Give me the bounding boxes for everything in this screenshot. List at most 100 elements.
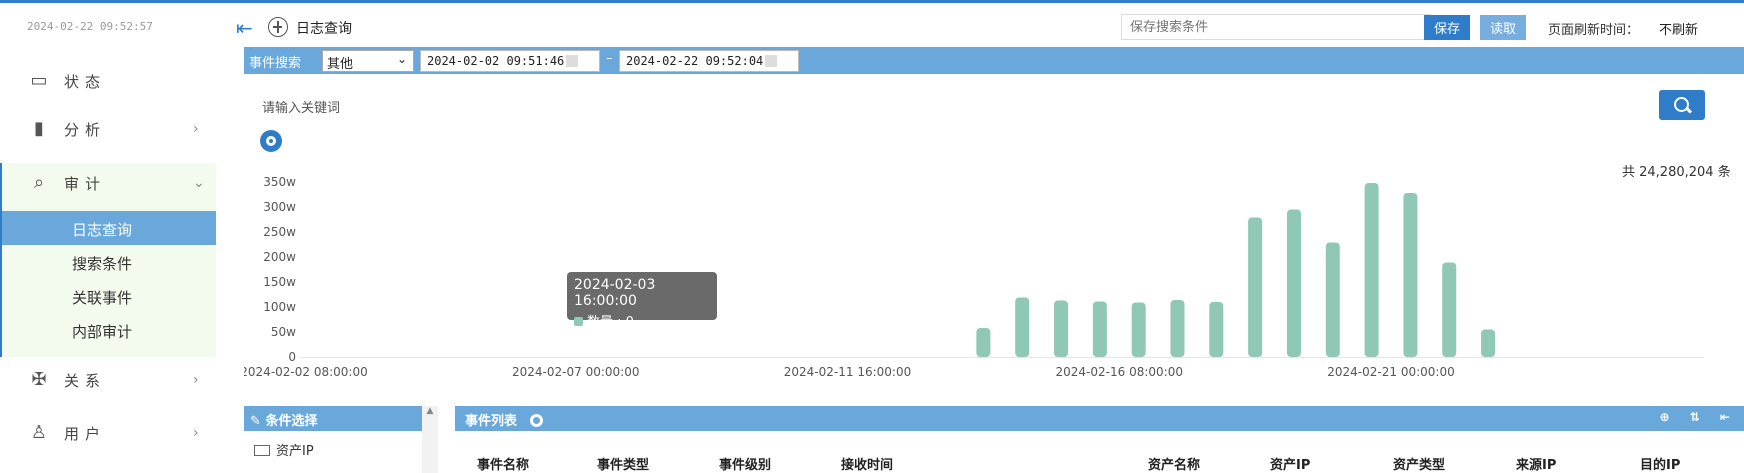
relation-icon: ✠ — [31, 369, 47, 390]
chart-bar — [1286, 209, 1301, 357]
column-header[interactable]: 资产IP — [1270, 454, 1310, 473]
column-header[interactable]: 资产类型 — [1393, 454, 1445, 473]
column-header[interactable]: 接收时间 — [841, 454, 893, 473]
column-header[interactable]: 事件级别 — [719, 454, 771, 473]
sidebar-subitem-label: 日志查询 — [72, 221, 133, 239]
condition-item-asset-ip[interactable]: 资产IP — [254, 440, 314, 459]
sidebar-subitem-label: 关联事件 — [72, 289, 133, 307]
event-list-title: 事件列表 — [465, 414, 518, 429]
chart-bar — [1092, 301, 1107, 357]
column-header[interactable]: 资产名称 — [1148, 454, 1200, 473]
column-header[interactable]: 目的IP — [1640, 454, 1680, 473]
keyword-input[interactable]: 请输入关键词 — [262, 97, 340, 116]
monitor-icon: ▭ — [30, 70, 48, 91]
save-button[interactable]: 保存 — [1424, 15, 1470, 40]
refresh-label: 页面刷新时间： — [1548, 23, 1640, 38]
x-tick-label: 2024-02-02 08:00:00 — [244, 365, 368, 379]
event-list-tools[interactable]: ⊕ ⇅ ⇤ — [1659, 410, 1738, 424]
chart-bar — [1481, 329, 1496, 357]
top-accent-line — [0, 0, 1744, 3]
sidebar-subitem-label: 内部审计 — [72, 323, 133, 341]
search-button[interactable] — [1659, 90, 1705, 120]
end-time-input[interactable]: 2024-02-22 09:52:04 — [619, 50, 799, 72]
header: ⇤ 日志查询 保存 读取 页面刷新时间： 不刷新 — [236, 14, 1744, 42]
event-search-label: 事件搜索 — [249, 56, 302, 71]
clock: 2024-02-22 09:52:57 — [27, 20, 153, 33]
chart-bar — [1054, 300, 1069, 357]
y-tick-label: 50w — [271, 325, 296, 339]
audit-icon: ⌕ — [33, 172, 45, 193]
chevron-right-icon: › — [193, 425, 199, 441]
globe-icon — [268, 17, 288, 37]
chart-bar — [1364, 183, 1379, 357]
column-header[interactable]: 事件名称 — [477, 454, 529, 473]
condition-panel-header: ✎ 条件选择 — [244, 406, 422, 431]
x-tick-label: 2024-02-21 00:00:00 — [1327, 365, 1454, 379]
x-tick-label: 2024-02-16 08:00:00 — [1056, 365, 1183, 379]
sidebar-item-label: 审计 — [64, 174, 107, 193]
collapse-back-icon[interactable]: ⇤ — [236, 16, 260, 40]
sidebar-item-relations[interactable]: ✠ 关系 › — [0, 360, 216, 400]
chart-bar — [976, 328, 991, 357]
condition-panel-title: 条件选择 — [265, 414, 318, 429]
gear-icon[interactable] — [529, 414, 543, 427]
chevron-down-icon: ⌄ — [193, 175, 205, 191]
folder-icon — [254, 445, 270, 456]
chart-bar — [1403, 193, 1418, 357]
sidebar-item-label: 状态 — [64, 72, 107, 91]
sidebar-item-label: 关系 — [64, 371, 107, 390]
x-tick-label: 2024-02-07 00:00:00 — [512, 365, 639, 379]
event-type-select[interactable]: 其他 ⌄ — [322, 50, 414, 72]
sidebar-subitem-correlated-events[interactable]: 关联事件 — [2, 279, 216, 313]
column-header[interactable]: 事件类型 — [597, 454, 649, 473]
chart-bar — [1170, 300, 1185, 357]
refresh-value[interactable]: 不刷新 — [1659, 19, 1698, 38]
sidebar-subitem-log-query[interactable]: 日志查询 — [2, 211, 216, 245]
y-tick-label: 0 — [288, 350, 296, 364]
chart-tooltip: 2024-02-03 16:00:00 数量 : 0 — [567, 272, 717, 330]
event-histogram-chart: 350w 300w 250w 200w 150w 100w 50w 02024-02-02 0… — [244, 175, 1704, 379]
sidebar-item-label: 用户 — [64, 424, 107, 443]
chevron-right-icon: › — [193, 121, 199, 137]
y-tick-label: 150w — [263, 275, 296, 289]
save-condition-input[interactable] — [1121, 14, 1431, 40]
sidebar-subitem-search-conditions[interactable]: 搜索条件 — [2, 245, 216, 279]
end-time-value: 2024-02-22 09:52:04 — [626, 54, 764, 68]
range-separator: – — [606, 51, 613, 66]
sidebar-item-status[interactable]: ▭ 状态 — [0, 61, 216, 101]
read-button[interactable]: 读取 — [1480, 15, 1526, 40]
sidebar-subitem-internal-audit[interactable]: 内部审计 — [2, 313, 216, 347]
page-title: 日志查询 — [296, 21, 352, 37]
sidebar-item-analysis[interactable]: ▮ 分析 › — [0, 109, 216, 149]
tooltip-value: 数量 : 0 — [587, 315, 634, 330]
chart-bar — [1209, 302, 1224, 357]
bar-chart-icon: ▮ — [34, 118, 44, 139]
y-tick-label: 350w — [263, 175, 296, 189]
series-swatch-icon — [574, 317, 583, 326]
condition-item-label: 资产IP — [276, 444, 314, 459]
sidebar-item-audit[interactable]: ⌕ 审计 ⌄ — [0, 163, 216, 203]
settings-gear-icon[interactable] — [260, 130, 282, 152]
x-tick-label: 2024-02-11 16:00:00 — [784, 365, 911, 379]
chart-bar — [1442, 262, 1457, 357]
tooltip-time: 2024-02-03 16:00:00 — [574, 277, 656, 309]
start-time-value: 2024-02-02 09:51:46 — [427, 54, 565, 68]
column-header[interactable]: 来源IP — [1516, 454, 1556, 473]
pencil-icon: ✎ — [250, 414, 261, 429]
y-tick-label: 200w — [263, 250, 296, 264]
sidebar-item-users[interactable]: ♙ 用户 › — [0, 413, 216, 453]
audit-group: ⌕ 审计 ⌄ 日志查询 搜索条件 关联事件 内部审计 — [0, 163, 216, 357]
condition-panel-scrollbar[interactable]: ▲ — [422, 406, 438, 473]
chevron-down-icon: ⌄ — [396, 52, 407, 66]
start-time-input[interactable]: 2024-02-02 09:51:46 — [420, 50, 600, 72]
chart-bar — [1248, 217, 1263, 357]
y-tick-label: 100w — [263, 300, 296, 314]
chart-bar — [1325, 242, 1340, 357]
sidebar-item-label: 分析 — [64, 120, 107, 139]
y-tick-label: 300w — [263, 200, 296, 214]
user-icon: ♙ — [30, 422, 48, 443]
chart-bar — [1015, 297, 1030, 357]
event-search-bar: 事件搜索 其他 ⌄ 2024-02-02 09:51:46 – 2024-02-… — [244, 47, 1744, 74]
sidebar-subitem-label: 搜索条件 — [72, 255, 133, 273]
y-tick-label: 250w — [263, 225, 296, 239]
